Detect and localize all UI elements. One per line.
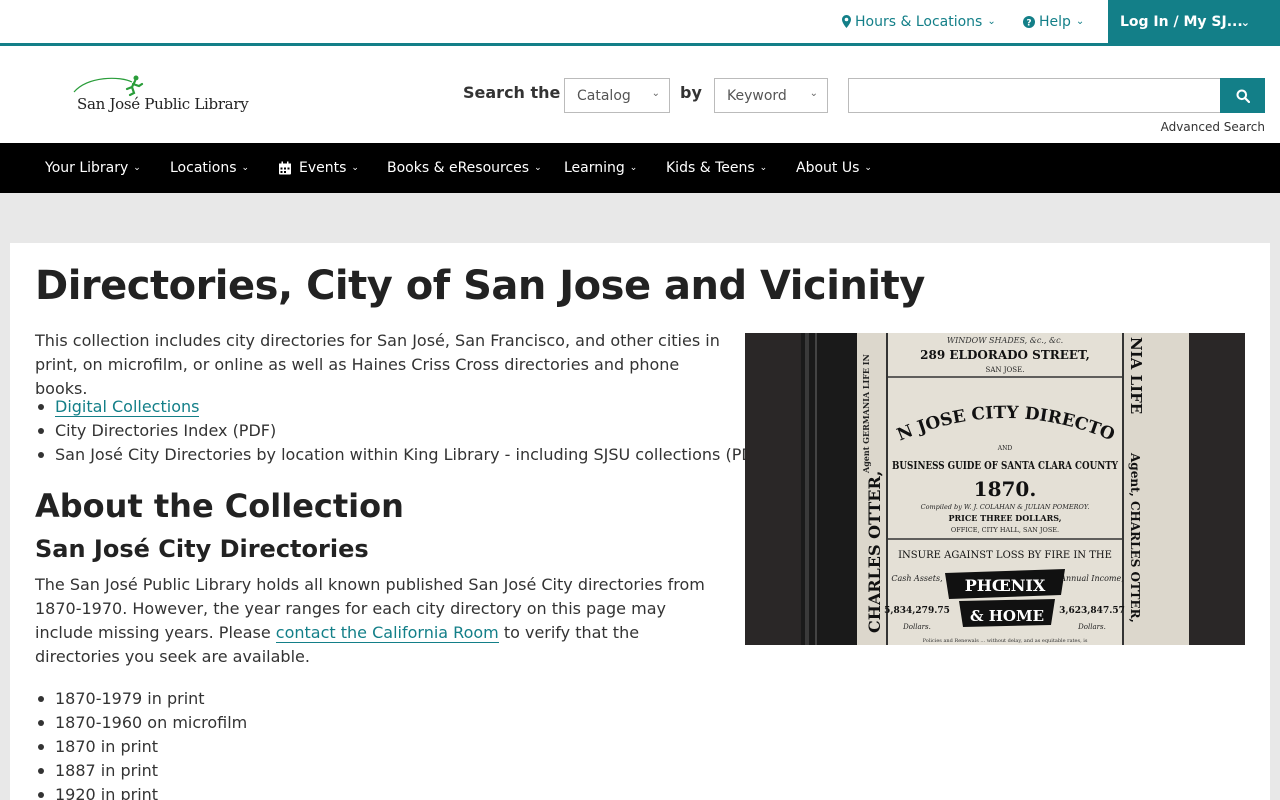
nav-label: Kids & Teens (666, 160, 755, 176)
chevron-down-icon: ⌄ (809, 88, 818, 99)
nav-label: Events (299, 160, 347, 176)
nav-label: Your Library (45, 160, 129, 176)
nav-kids-teens[interactable]: Kids & Teens ⌄ (666, 143, 767, 193)
cover-text: WINDOW SHADES, &c., &c. (947, 336, 1063, 345)
cover-text: Policies and Renewals ... without delay,… (923, 638, 1088, 644)
nav-learning[interactable]: Learning ⌄ (564, 143, 637, 193)
cover-text: 3,623,847.57 (1059, 606, 1125, 616)
content-card: Directories, City of San Jose and Vicini… (10, 243, 1270, 800)
cover-spine-text: Agent, CHARLES OTTER, (1128, 452, 1142, 623)
utility-bar: Hours & Locations ⌄ ? Help ⌄ Log In / My… (0, 0, 1280, 46)
page-title: Directories, City of San Jose and Vicini… (35, 263, 925, 309)
help-label: Help (1039, 13, 1071, 30)
catalog-select[interactable]: Catalog ⌄ (564, 78, 670, 113)
svg-text:?: ? (1026, 18, 1031, 28)
list-item: 1870-1960 on microfilm (35, 711, 735, 735)
advanced-search-link[interactable]: Advanced Search (1161, 120, 1265, 134)
intro-paragraph: This collection includes city directorie… (35, 331, 720, 398)
keyword-select-value: Keyword (727, 87, 787, 104)
cover-spine-text: CHARLES OTTER, (865, 471, 884, 633)
calendar-icon (279, 161, 291, 175)
cover-text: Cash Assets, (891, 574, 942, 583)
nav-label: About Us (796, 160, 860, 176)
search-button[interactable] (1220, 78, 1265, 113)
help-link[interactable]: ? Help ⌄ (1023, 0, 1084, 43)
chevron-down-icon: ⌄ (241, 163, 250, 173)
cover-text: INSURE AGAINST LOSS BY FIRE IN THE (898, 550, 1112, 561)
cover-text: & HOME (970, 607, 1044, 625)
question-circle-icon: ? (1023, 15, 1035, 28)
cover-text: Dollars. (902, 623, 931, 631)
cover-text: 289 ELDORADO STREET, (920, 348, 1090, 362)
site-header: San José Public Library Search the Catal… (0, 46, 1280, 143)
nav-label: Locations (170, 160, 237, 176)
nav-label: Books & eResources (387, 160, 530, 176)
directory-cover-illustration: WINDOW SHADES, &c., &c. 289 ELDORADO STR… (745, 333, 1245, 645)
chevron-down-icon: ⌄ (651, 88, 660, 99)
keyword-select[interactable]: Keyword ⌄ (714, 78, 828, 113)
cover-text: OFFICE, CITY HALL, SAN JOSE. (951, 526, 1059, 534)
search-icon (1236, 89, 1250, 103)
city-directories-heading: San José City Directories (35, 535, 369, 563)
list-item: 1870 in print (35, 735, 735, 759)
cover-text: Annual Income, (1059, 574, 1124, 583)
chevron-down-icon: ⌄ (1240, 15, 1250, 29)
cover-text: Compiled by W. J. COLAHAN & JULIAN POMER… (921, 503, 1090, 511)
chevron-down-icon: ⌄ (759, 163, 768, 173)
chevron-down-icon: ⌄ (133, 163, 141, 173)
nav-label: Learning (564, 160, 625, 176)
about-collection-heading: About the Collection (35, 487, 404, 525)
directory-cover-image: WINDOW SHADES, &c., &c. 289 ELDORADO STR… (745, 333, 1245, 645)
list-item: 1920 in print (35, 783, 735, 800)
list-item: Digital Collections (35, 395, 735, 419)
search-input[interactable] (848, 78, 1221, 113)
list-item: 1887 in print (35, 759, 735, 783)
chevron-down-icon: ⌄ (351, 163, 359, 173)
chevron-down-icon: ⌄ (534, 163, 542, 173)
contact-california-room-link[interactable]: contact the California Room (275, 623, 499, 643)
digital-collections-link[interactable]: Digital Collections (55, 397, 200, 417)
list-item: 1870-1979 in print (35, 687, 735, 711)
chevron-down-icon: ⌄ (864, 163, 872, 173)
chevron-down-icon: ⌄ (987, 16, 996, 27)
nav-your-library[interactable]: Your Library ⌄ (45, 143, 141, 193)
resource-links-list: Digital Collections City Directories Ind… (35, 395, 769, 467)
cover-spine-text: NIA LIFE (1127, 337, 1145, 414)
hours-label: Hours & Locations (855, 13, 983, 30)
chevron-down-icon: ⌄ (629, 163, 638, 173)
hours-locations-link[interactable]: Hours & Locations ⌄ (842, 0, 996, 43)
cover-year: 1870. (974, 477, 1037, 501)
library-logo[interactable]: San José Public Library (70, 74, 249, 118)
cover-text: PHŒNIX (965, 576, 1046, 595)
login-button[interactable]: Log In / My SJ... ⌄ (1108, 0, 1280, 44)
nav-books-eresources[interactable]: Books & eResources ⌄ (387, 143, 542, 193)
chevron-down-icon: ⌄ (1075, 16, 1085, 27)
cover-text: 5,834,279.75 (884, 606, 950, 616)
logo-text: San José Public Library (77, 95, 249, 113)
holdings-list: 1870-1979 in print 1870-1960 on microfil… (35, 687, 735, 800)
cover-text: BUSINESS GUIDE OF SANTA CLARA COUNTY (892, 459, 1118, 472)
map-marker-icon (842, 15, 851, 28)
catalog-select-value: Catalog (577, 87, 631, 104)
list-item: San José City Directories by location wi… (35, 443, 769, 467)
main-nav: Your Library ⌄ Locations ⌄ Events ⌄ Books &… (0, 143, 1280, 193)
by-label: by (680, 83, 702, 102)
cover-text: PRICE THREE DOLLARS, (948, 513, 1061, 523)
login-label: Log In / My SJ... (1120, 14, 1243, 30)
nav-about-us[interactable]: About Us ⌄ (796, 143, 872, 193)
nav-events[interactable]: Events ⌄ (278, 143, 359, 193)
nav-locations[interactable]: Locations ⌄ (170, 143, 249, 193)
cover-text: AND (997, 445, 1013, 452)
cover-spine-text: Agent GERMANIA LIFE IN (861, 354, 871, 474)
cover-text: Dollars. (1077, 623, 1106, 631)
cover-text: SAN JOSE. (986, 366, 1025, 374)
holdings-paragraph: The San José Public Library holds all kn… (35, 573, 725, 669)
list-item: City Directories Index (PDF) (35, 419, 735, 443)
search-the-label: Search the (463, 83, 561, 102)
